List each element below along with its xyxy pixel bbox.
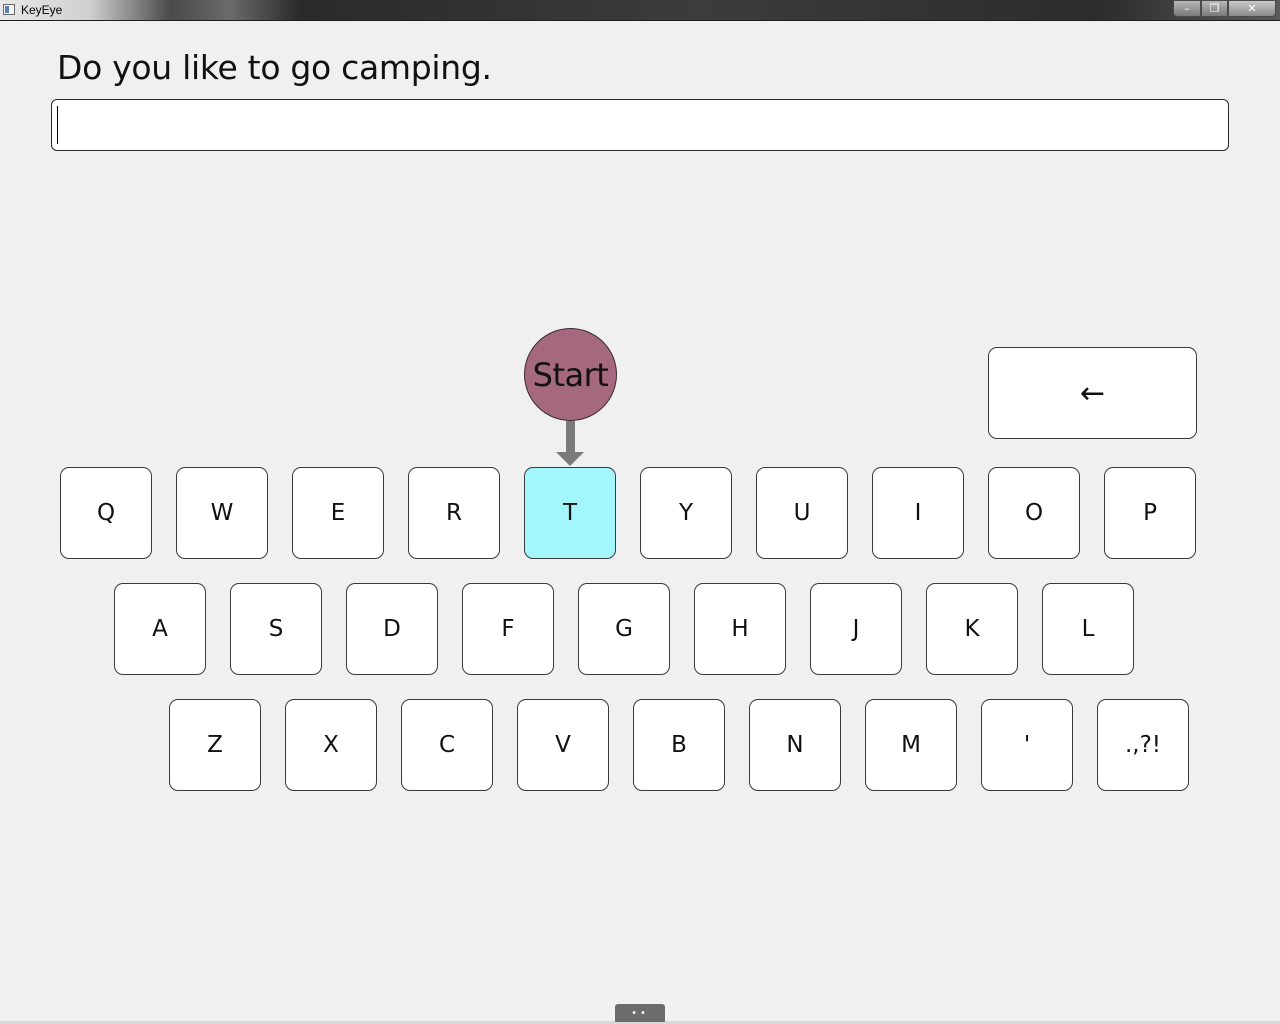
start-button[interactable]: Start — [524, 328, 617, 421]
bottom-handle[interactable]: •• — [615, 1004, 665, 1022]
key-y[interactable]: Y — [640, 467, 732, 559]
key-r[interactable]: R — [408, 467, 500, 559]
prompt-sentence: Do you like to go camping. — [57, 48, 492, 87]
key-o[interactable]: O — [988, 467, 1080, 559]
window-title: KeyEye — [21, 3, 63, 17]
key-c[interactable]: C — [401, 699, 493, 791]
key-q[interactable]: Q — [60, 467, 152, 559]
key-j[interactable]: J — [810, 583, 902, 675]
key-s[interactable]: S — [230, 583, 322, 675]
start-arrow-icon — [556, 452, 584, 466]
key-a[interactable]: A — [114, 583, 206, 675]
key-b[interactable]: B — [633, 699, 725, 791]
key-k[interactable]: K — [926, 583, 1018, 675]
key-h[interactable]: H — [694, 583, 786, 675]
key-f[interactable]: F — [462, 583, 554, 675]
key-e[interactable]: E — [292, 467, 384, 559]
start-arrow-shaft — [566, 421, 575, 453]
key-x[interactable]: X — [285, 699, 377, 791]
key-apostrophe[interactable]: ' — [981, 699, 1073, 791]
key-n[interactable]: N — [749, 699, 841, 791]
minimize-button[interactable]: – — [1173, 0, 1201, 17]
maximize-button[interactable]: ❐ — [1201, 0, 1228, 17]
key-t[interactable]: T — [524, 467, 616, 559]
key-d[interactable]: D — [346, 583, 438, 675]
close-button[interactable]: ✕ — [1228, 0, 1276, 17]
key-i[interactable]: I — [872, 467, 964, 559]
backspace-key[interactable]: ← — [988, 347, 1197, 439]
key-z[interactable]: Z — [169, 699, 261, 791]
key-l[interactable]: L — [1042, 583, 1134, 675]
key-v[interactable]: V — [517, 699, 609, 791]
key-w[interactable]: W — [176, 467, 268, 559]
text-caret — [57, 106, 58, 144]
key-p[interactable]: P — [1104, 467, 1196, 559]
key-m[interactable]: M — [865, 699, 957, 791]
typing-input[interactable] — [51, 99, 1229, 151]
key-g[interactable]: G — [578, 583, 670, 675]
title-bar: KeyEye – ❐ ✕ — [0, 0, 1280, 21]
window-controls: – ❐ ✕ — [1173, 0, 1276, 18]
key-u[interactable]: U — [756, 467, 848, 559]
app-icon — [3, 4, 15, 15]
key-punctuation[interactable]: .,?! — [1097, 699, 1189, 791]
